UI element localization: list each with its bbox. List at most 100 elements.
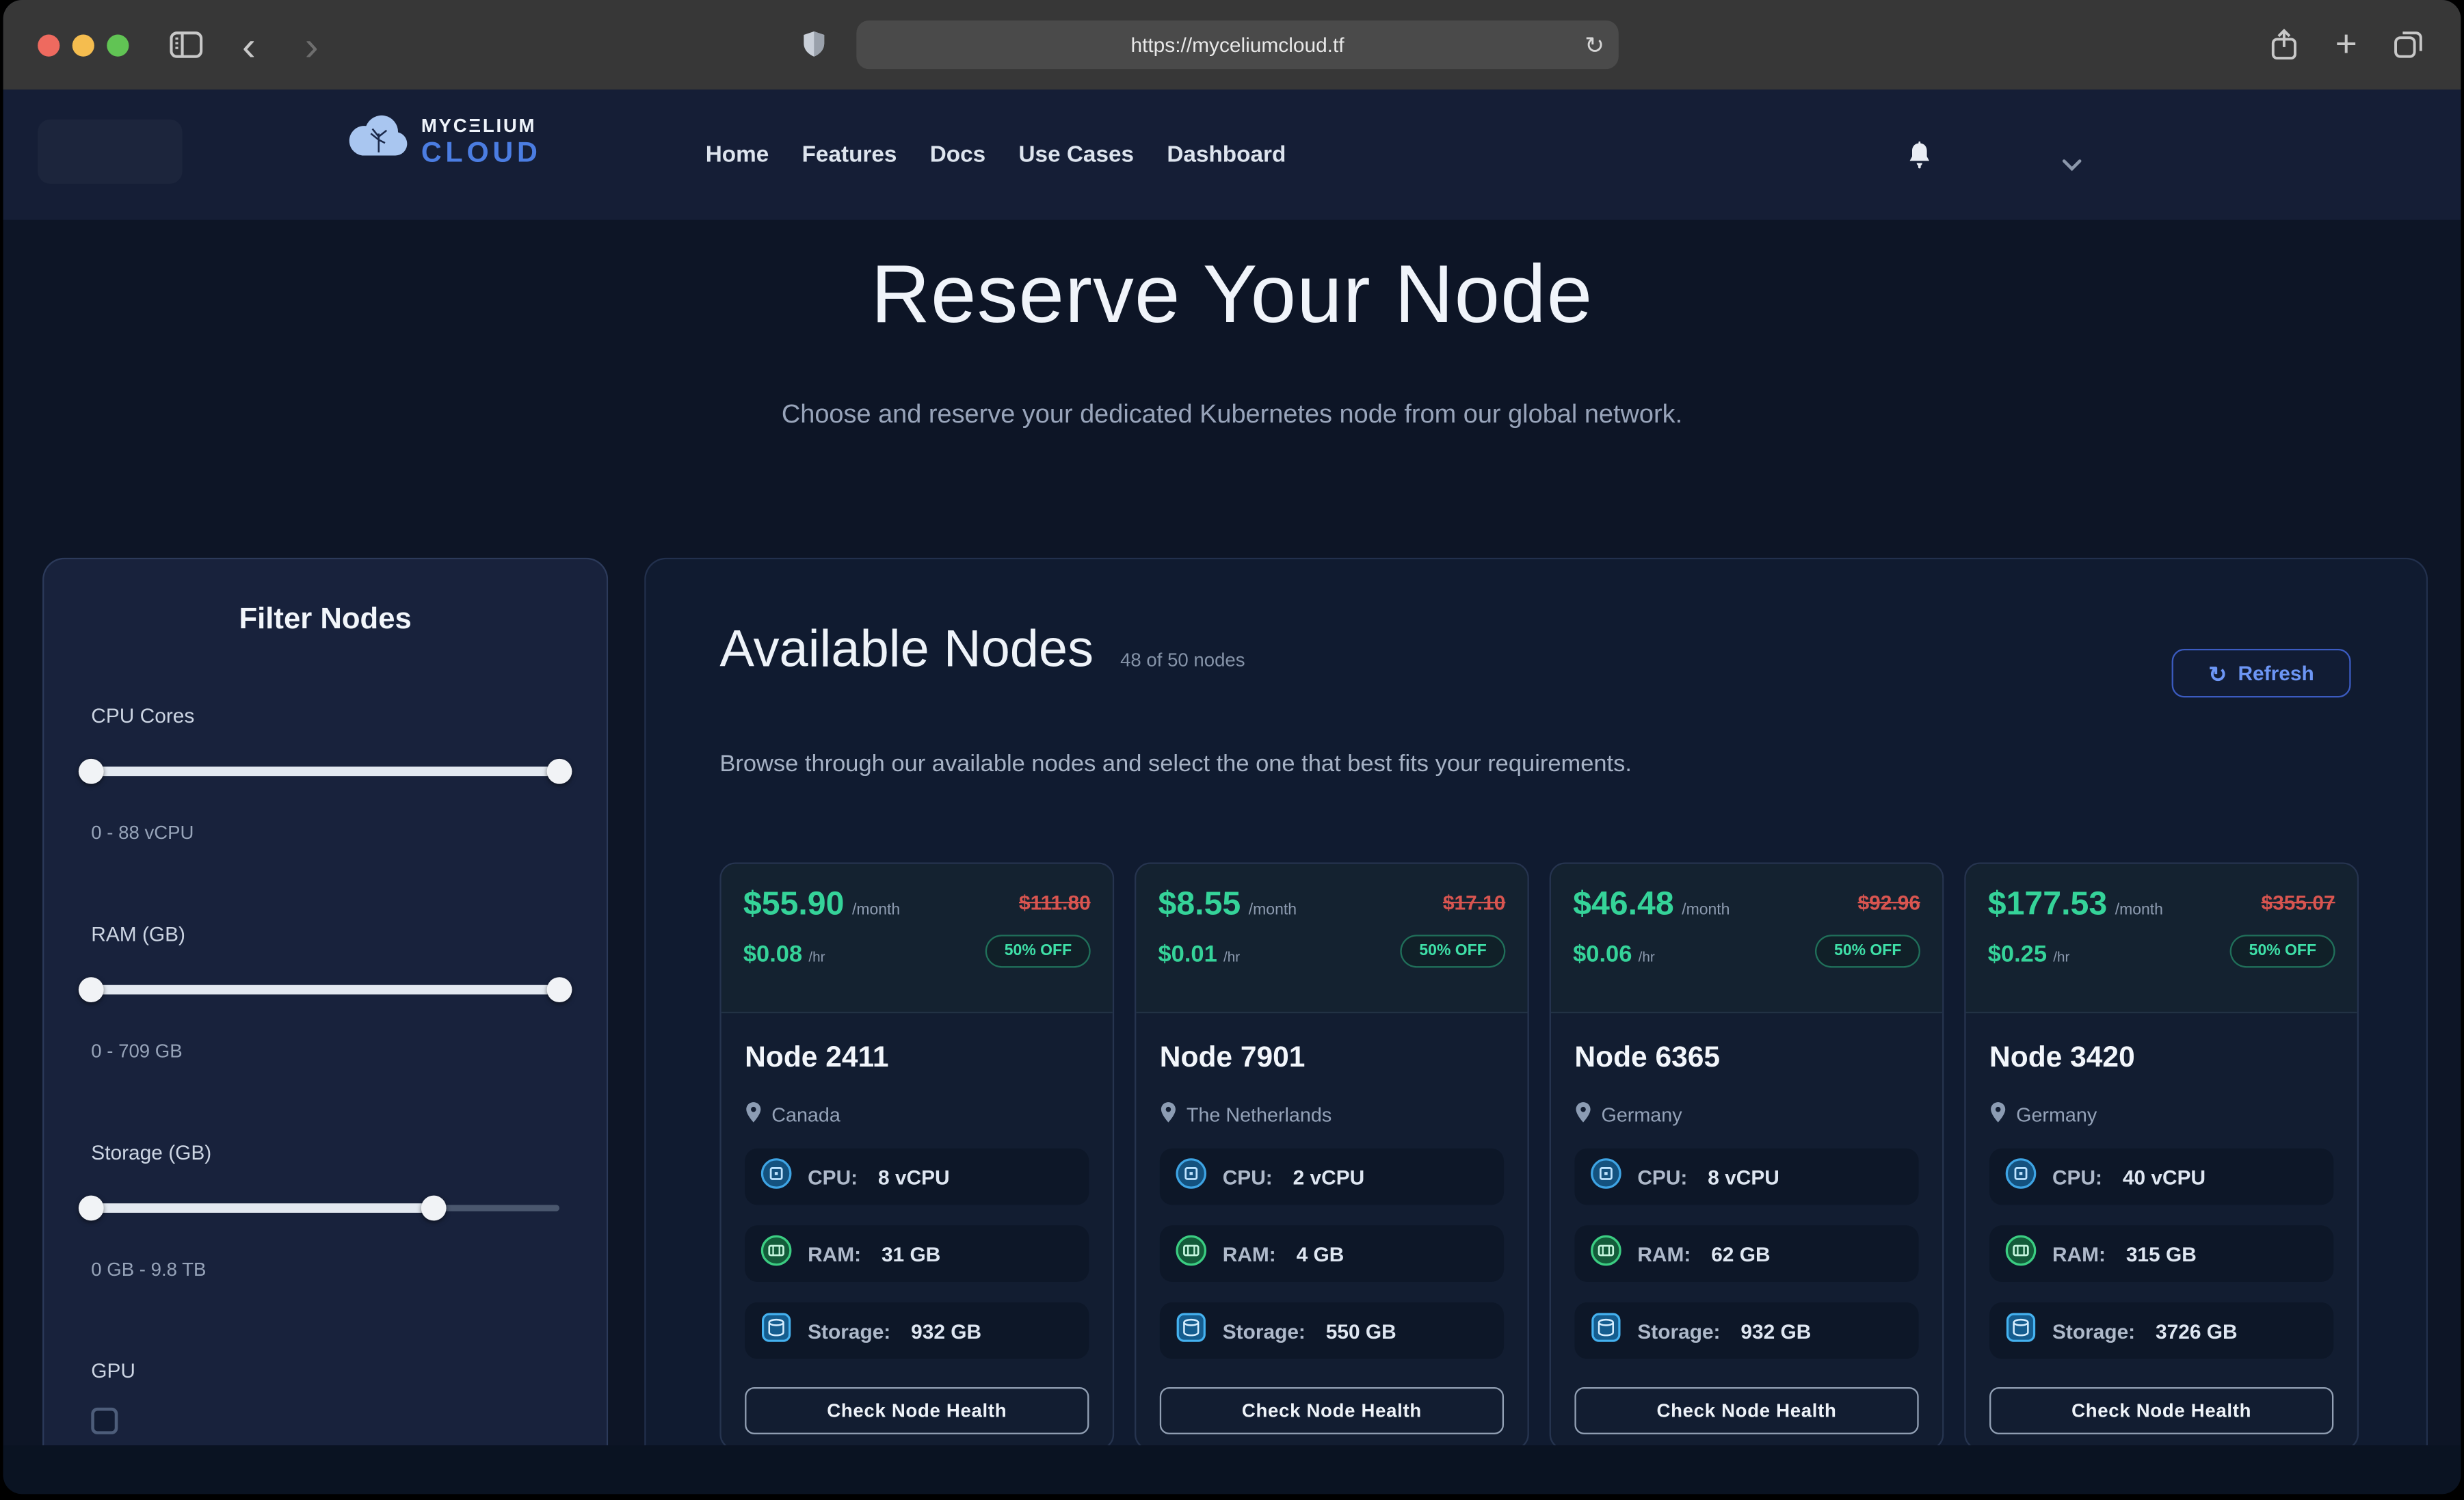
ram-icon bbox=[2005, 1234, 2037, 1273]
check-node-health-button[interactable]: Check Node Health bbox=[745, 1387, 1089, 1434]
cpu-icon bbox=[1590, 1157, 1621, 1196]
tab-overview-icon[interactable] bbox=[2394, 0, 2424, 90]
page-title: Reserve Your Node bbox=[3, 248, 2461, 343]
cpu-icon bbox=[1176, 1157, 1207, 1196]
node-card: $8.55 /month $0.01 /hr $17.10 50% OFF No… bbox=[1135, 863, 1529, 1445]
filter-label: CPU Cores bbox=[91, 704, 559, 727]
zoom-window-button[interactable] bbox=[107, 35, 129, 57]
slider-fill bbox=[91, 766, 559, 776]
storage-icon bbox=[760, 1311, 792, 1350]
refresh-button[interactable]: ↻ Refresh bbox=[2172, 649, 2351, 697]
price-original: $111.80 bbox=[1019, 891, 1091, 914]
spec-label: RAM: bbox=[808, 1242, 861, 1265]
url-text: https://myceliumcloud.tf bbox=[1130, 33, 1344, 56]
refresh-icon: ↻ bbox=[2208, 662, 2227, 684]
site-navbar: MYCΞLIUM CLOUD Home Features Docs Use Ca… bbox=[3, 90, 2461, 220]
spec-value-ram: 315 GB bbox=[2126, 1242, 2197, 1265]
spec-label: RAM: bbox=[1223, 1242, 1276, 1265]
cloud-logo-icon bbox=[347, 115, 410, 167]
bell-icon[interactable] bbox=[1906, 142, 1933, 178]
slider-handle-min[interactable] bbox=[79, 977, 104, 1002]
slider-handle-min[interactable] bbox=[79, 759, 104, 784]
range-slider[interactable] bbox=[91, 759, 559, 782]
node-card: $177.53 /month $0.25 /hr $355.07 50% OFF… bbox=[1964, 863, 2359, 1445]
price-hourly: $0.25 bbox=[1988, 941, 2047, 967]
close-window-button[interactable] bbox=[38, 35, 59, 57]
forward-icon[interactable]: › bbox=[305, 0, 319, 90]
filter-group: Storage (GB) 0 GB - 9.8 TB bbox=[91, 1140, 559, 1281]
brand-name-bottom: CLOUD bbox=[421, 137, 542, 165]
node-location: Germany bbox=[2016, 1103, 2097, 1125]
spec-label: CPU: bbox=[1637, 1165, 1687, 1188]
storage-icon bbox=[2005, 1311, 2037, 1350]
share-icon[interactable] bbox=[2270, 0, 2297, 90]
gpu-checkbox[interactable] bbox=[91, 1408, 118, 1434]
filter-range-text: 0 GB - 9.8 TB bbox=[91, 1259, 559, 1281]
chevron-down-icon[interactable] bbox=[2062, 151, 2082, 179]
nav-link[interactable]: Dashboard bbox=[1167, 142, 1286, 168]
spec-label: RAM: bbox=[1637, 1242, 1691, 1265]
range-slider[interactable] bbox=[91, 977, 559, 1000]
slider-fill bbox=[91, 985, 559, 995]
range-slider[interactable] bbox=[91, 1196, 559, 1219]
check-node-health-button[interactable]: Check Node Health bbox=[1160, 1387, 1504, 1434]
spec-label: CPU: bbox=[2052, 1165, 2102, 1188]
price-hourly: $0.01 bbox=[1158, 941, 1217, 967]
spec-value-ram: 4 GB bbox=[1297, 1242, 1344, 1265]
spec-row-cpu: CPU: 2 vCPU bbox=[1160, 1149, 1504, 1205]
nav-link[interactable]: Features bbox=[802, 142, 897, 168]
node-name: Node 7901 bbox=[1160, 1040, 1504, 1075]
shield-icon[interactable] bbox=[803, 0, 825, 90]
spec-value-cpu: 40 vCPU bbox=[2123, 1165, 2205, 1188]
nav-link[interactable]: Home bbox=[706, 142, 769, 168]
node-grid: $55.90 /month $0.08 /hr $111.80 50% OFF … bbox=[719, 863, 2359, 1445]
spec-row-storage: Storage: 932 GB bbox=[1574, 1302, 1918, 1359]
discount-badge: 50% OFF bbox=[1815, 935, 1920, 967]
price-monthly: $177.53 bbox=[1988, 886, 2107, 924]
back-icon[interactable]: ‹ bbox=[242, 0, 256, 90]
new-tab-icon[interactable]: + bbox=[2335, 0, 2357, 90]
ram-icon bbox=[1176, 1234, 1207, 1273]
sidebar-toggle-icon[interactable] bbox=[170, 0, 202, 90]
filter-group: CPU Cores 0 - 88 vCPU bbox=[91, 704, 559, 844]
ram-icon bbox=[1590, 1234, 1621, 1273]
available-nodes-section: Available Nodes 48 of 50 nodes ↻ Refresh… bbox=[644, 558, 2428, 1445]
card-price-header: $55.90 /month $0.08 /hr $111.80 50% OFF bbox=[721, 864, 1113, 1013]
nav-link[interactable]: Use Cases bbox=[1018, 142, 1134, 168]
slider-handle-max[interactable] bbox=[547, 977, 572, 1002]
filter-groups: CPU Cores 0 - 88 vCPU RAM (GB) 0 - 709 G… bbox=[91, 704, 559, 1280]
price-original: $17.10 bbox=[1443, 891, 1505, 914]
slider-handle-max[interactable] bbox=[421, 1196, 446, 1221]
spec-label: Storage: bbox=[1223, 1319, 1306, 1342]
spec-row-ram: RAM: 31 GB bbox=[745, 1225, 1089, 1282]
nav-link[interactable]: Docs bbox=[930, 142, 986, 168]
reload-icon[interactable]: ↻ bbox=[1585, 31, 1604, 59]
brand-logo[interactable]: MYCΞLIUM CLOUD bbox=[347, 115, 542, 167]
check-node-health-button[interactable]: Check Node Health bbox=[1989, 1387, 2333, 1434]
price-hourly-unit: /hr bbox=[1223, 949, 1240, 965]
spec-value-storage: 932 GB bbox=[911, 1319, 981, 1342]
address-bar[interactable]: https://myceliumcloud.tf ↻ bbox=[856, 21, 1618, 69]
node-name: Node 3420 bbox=[1989, 1040, 2333, 1075]
gpu-filter-label: GPU bbox=[91, 1359, 559, 1382]
minimize-window-button[interactable] bbox=[72, 35, 94, 57]
cpu-icon bbox=[2005, 1157, 2037, 1196]
filter-range-text: 0 - 88 vCPU bbox=[91, 822, 559, 844]
filter-group: RAM (GB) 0 - 709 GB bbox=[91, 922, 559, 1062]
price-hourly-unit: /hr bbox=[808, 949, 825, 965]
location-pin-icon bbox=[1989, 1101, 2006, 1128]
spec-row-storage: Storage: 550 GB bbox=[1160, 1302, 1504, 1359]
price-original: $92.96 bbox=[1858, 891, 1920, 914]
check-node-health-button[interactable]: Check Node Health bbox=[1574, 1387, 1918, 1434]
filter-label: RAM (GB) bbox=[91, 922, 559, 946]
node-name: Node 2411 bbox=[745, 1040, 1089, 1075]
spec-label: CPU: bbox=[808, 1165, 858, 1188]
node-location: The Netherlands bbox=[1187, 1103, 1332, 1125]
slider-handle-min[interactable] bbox=[79, 1196, 104, 1221]
price-monthly: $55.90 bbox=[743, 886, 845, 924]
section-description: Browse through our available nodes and s… bbox=[719, 751, 1632, 777]
slider-handle-max[interactable] bbox=[547, 759, 572, 784]
spec-label: Storage: bbox=[2052, 1319, 2135, 1342]
spec-row-storage: Storage: 3726 GB bbox=[1989, 1302, 2333, 1359]
spec-value-ram: 31 GB bbox=[882, 1242, 940, 1265]
